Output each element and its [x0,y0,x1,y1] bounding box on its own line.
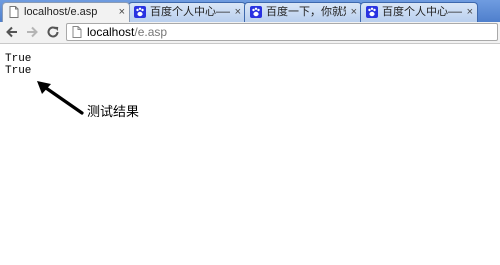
url-text: localhost/e.asp [87,25,167,40]
baidu-paw-icon [134,6,146,18]
address-bar[interactable]: localhost/e.asp [66,23,498,41]
baidu-paw-icon [366,6,378,18]
close-icon[interactable]: × [467,5,473,19]
tab-title: localhost/e.asp [24,6,98,18]
tab-baidu-search[interactable]: 百度一下，你就知道 × [244,2,362,22]
tab-title: 百度一下，你就知道 [266,6,346,18]
tab-localhost[interactable]: localhost/e.asp × [2,2,130,22]
output-line: True [5,53,32,65]
tab-title: 百度个人中心——切 [382,6,462,18]
tab-baidu-center-2[interactable]: 百度个人中心——切 × [360,2,478,22]
annotation-label: 测试结果 [87,104,140,119]
url-host: localhost [87,25,135,39]
page-icon [9,6,19,18]
tab-baidu-center-1[interactable]: 百度个人中心——切 × [128,2,246,22]
reload-icon[interactable] [45,24,61,40]
close-icon[interactable]: × [119,5,125,19]
annotation-arrow-icon [37,81,84,115]
close-icon[interactable]: × [351,5,357,19]
back-icon[interactable] [4,24,20,40]
close-icon[interactable]: × [235,5,241,19]
tab-strip: localhost/e.asp × 百度个人中心——切 × 百度一下，你就知道 … [0,0,500,22]
baidu-paw-icon [250,6,262,18]
tab-title: 百度个人中心——切 [150,6,230,18]
page-content: True True [0,44,500,265]
page-icon [72,26,82,38]
url-path: /e.asp [134,25,168,39]
forward-icon[interactable] [24,24,40,40]
output-line: True [5,65,32,77]
browser-toolbar: localhost/e.asp [0,22,500,44]
